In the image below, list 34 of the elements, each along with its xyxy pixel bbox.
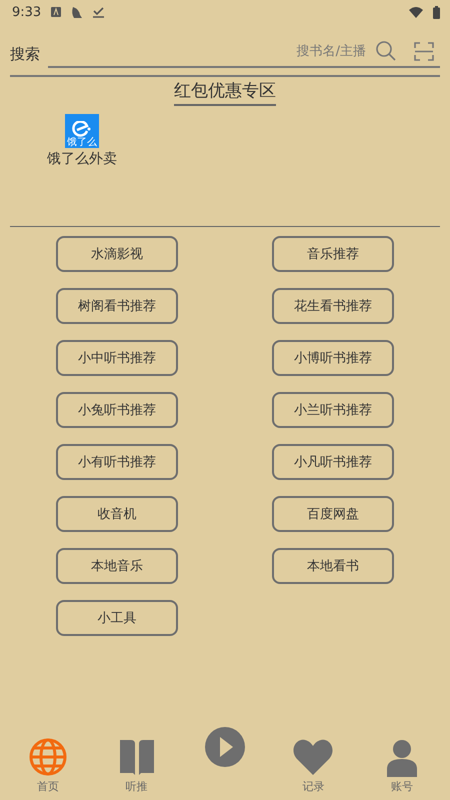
battery-icon: [433, 6, 440, 18]
app-label[interactable]: 饿了么外卖: [47, 150, 117, 168]
wifi-icon: [409, 6, 423, 18]
search-icon[interactable]: [376, 41, 396, 61]
search-field[interactable]: 搜书名/主播: [48, 42, 368, 60]
menu-button[interactable]: 收音机: [56, 496, 178, 532]
menu-button[interactable]: 小博听书推荐: [272, 340, 394, 376]
nav-tab[interactable]: 首页: [18, 737, 78, 794]
person-icon: [386, 739, 417, 777]
menu-button[interactable]: 音乐推荐: [272, 236, 394, 272]
section-title: 红包优惠专区: [174, 79, 276, 106]
menu-button[interactable]: 水滴影视: [56, 236, 178, 272]
menu-button[interactable]: 小工具: [56, 600, 178, 636]
nav-tab[interactable]: 记录: [283, 737, 344, 794]
scan-icon[interactable]: [414, 42, 434, 60]
menu-button[interactable]: 百度网盘: [272, 496, 394, 532]
menu-button[interactable]: 本地音乐: [56, 548, 178, 584]
nav-tab[interactable]: 听推: [106, 737, 167, 794]
heart-icon: [292, 737, 334, 777]
menu-button[interactable]: 花生看书推荐: [272, 288, 394, 324]
menu-button[interactable]: 小凡听书推荐: [272, 444, 394, 480]
menu-button[interactable]: 小有听书推荐: [56, 444, 178, 480]
menu-button[interactable]: 小兰听书推荐: [272, 392, 394, 428]
notification-icon: [51, 7, 62, 17]
menu-button[interactable]: 树阁看书推荐: [56, 288, 178, 324]
search-label: 搜索: [10, 45, 40, 65]
menu-button[interactable]: 小兔听书推荐: [56, 392, 178, 428]
globe-icon: [28, 737, 68, 777]
download-done-icon: [93, 6, 104, 18]
nav-tab[interactable]: 账号: [372, 739, 432, 794]
menu-button[interactable]: 小中听书推荐: [56, 340, 178, 376]
status-time: 9:33: [12, 4, 42, 20]
menu-button[interactable]: 本地看书: [272, 548, 394, 584]
play-icon: [204, 726, 246, 768]
